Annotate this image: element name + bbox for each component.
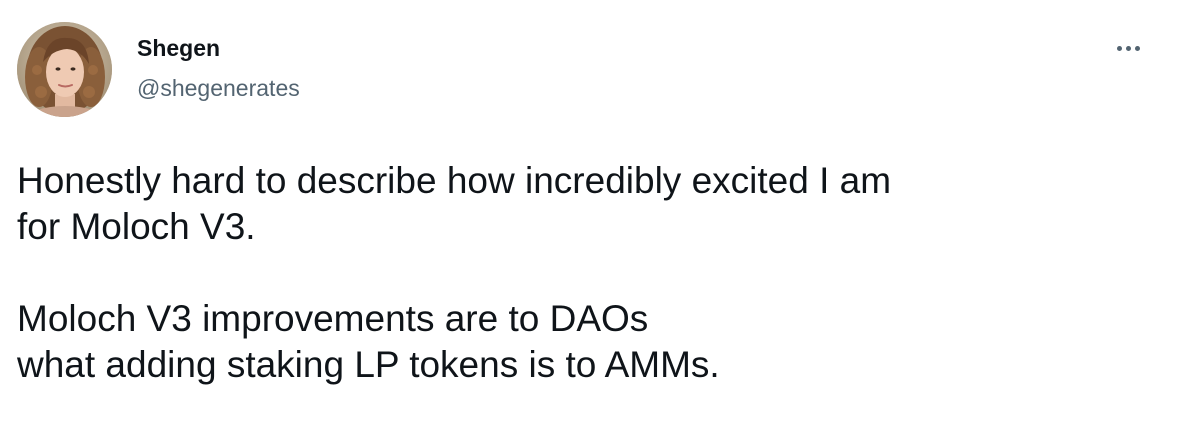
avatar[interactable] — [17, 22, 112, 117]
more-options-button[interactable] — [1108, 34, 1148, 62]
tweet-text-line: Moloch V3 improvements are to DAOs — [17, 298, 649, 339]
tweet-text-line: what adding staking LP tokens is to AMMs… — [17, 344, 720, 385]
tweet-text: Honestly hard to describe how incredibly… — [17, 158, 1147, 388]
tweet-text-line: Honestly hard to describe how incredibly… — [17, 160, 892, 201]
author-display-name[interactable]: Shegen — [137, 34, 220, 62]
author-handle[interactable]: @shegenerates — [137, 74, 300, 102]
more-options-icon-dot — [1125, 45, 1131, 51]
tweet-card: Shegen @shegenerates Honestly hard to de… — [0, 0, 1177, 435]
more-options-icon — [1116, 45, 1122, 51]
tweet-text-line: for Moloch V3. — [17, 206, 256, 247]
more-options-icon-dot — [1134, 45, 1140, 51]
profile-photo-icon — [17, 22, 112, 117]
